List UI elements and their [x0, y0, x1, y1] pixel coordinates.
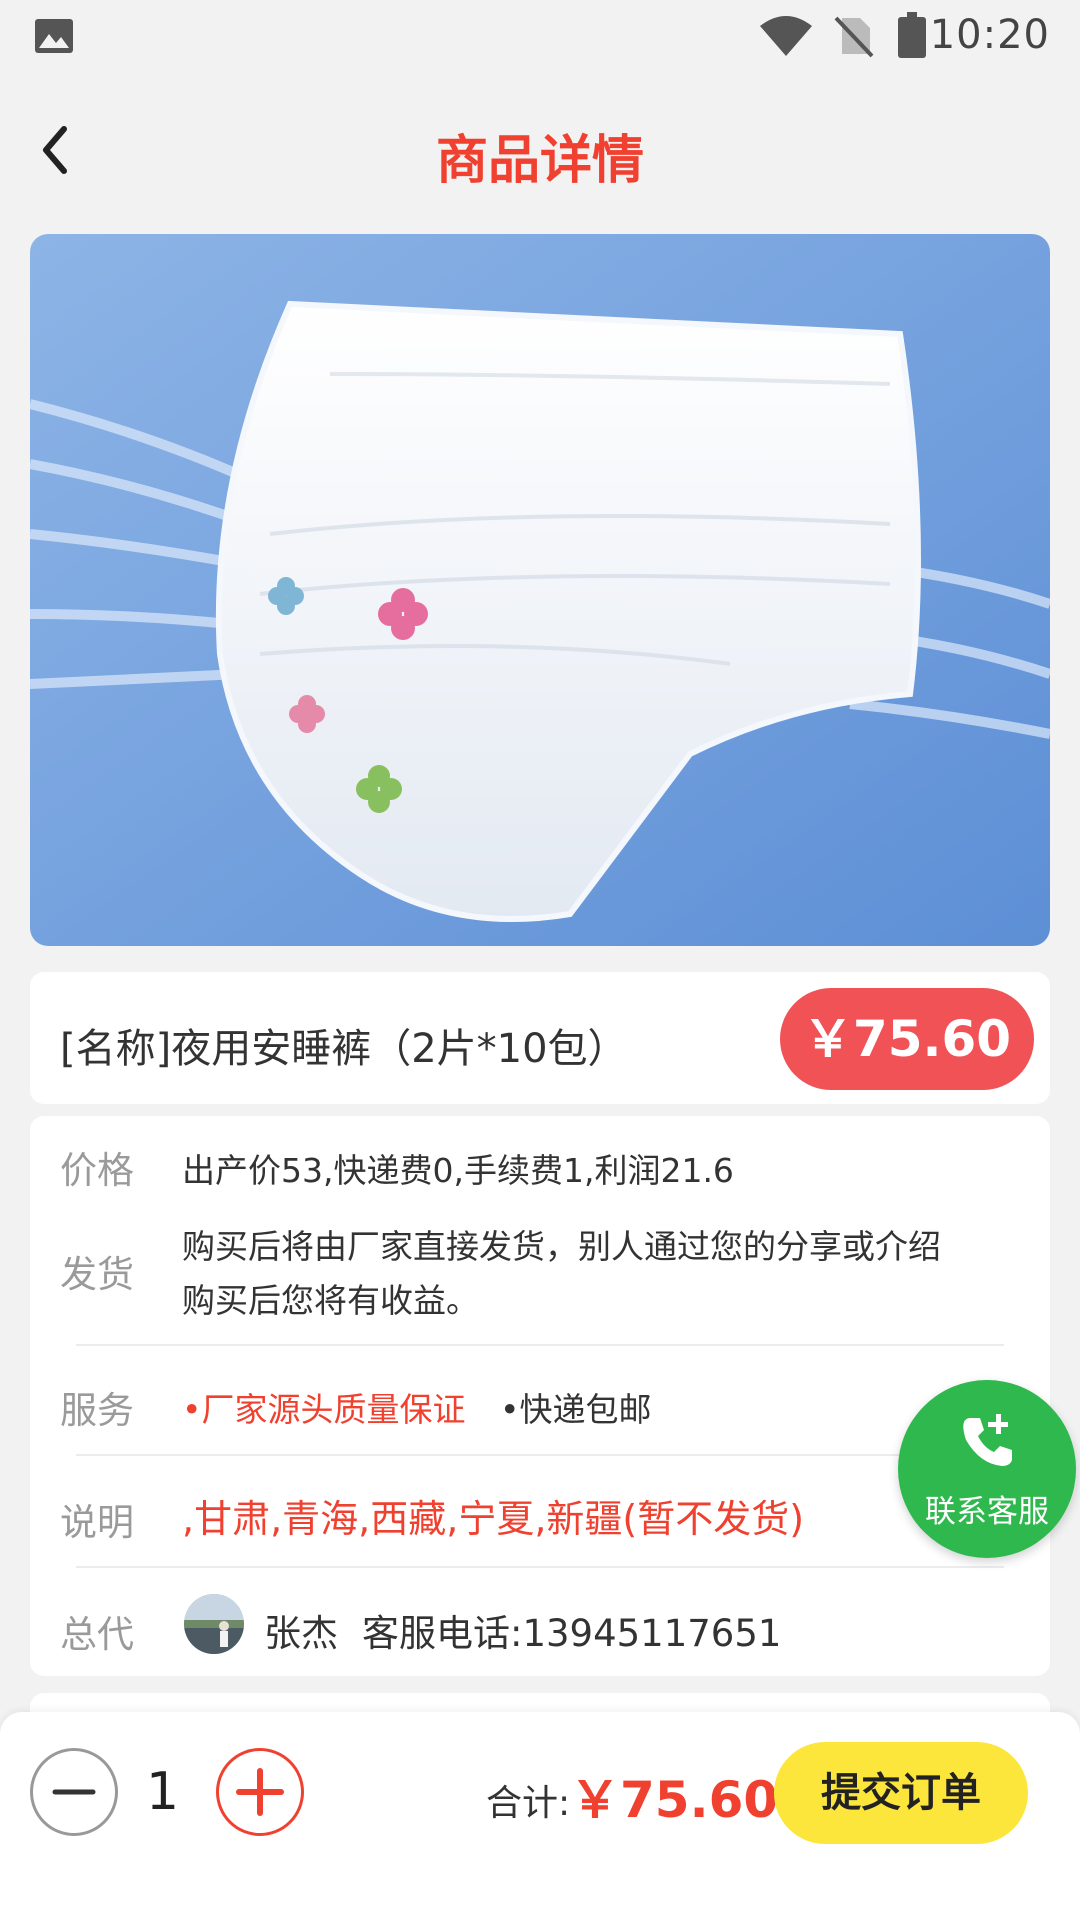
divider: [76, 1566, 1004, 1568]
image-icon: [35, 19, 73, 53]
wifi-icon: [760, 16, 812, 56]
increase-quantity-button[interactable]: [216, 1748, 304, 1836]
page-title: 商品详情: [435, 131, 644, 191]
service-shipping: •快递包邮: [500, 1390, 652, 1429]
product-image[interactable]: [30, 234, 1050, 946]
contact-service-button[interactable]: 联系客服: [898, 1380, 1076, 1558]
shipping-label: 发货: [60, 1253, 134, 1296]
divider: [76, 1454, 1004, 1456]
divider: [76, 1344, 1004, 1346]
agent-phone[interactable]: 客服电话:13945117651: [362, 1603, 781, 1657]
product-name: [名称]夜用安睡裤（2片*10包）: [60, 1026, 628, 1072]
agent-label: 总代: [60, 1613, 134, 1656]
quantity-value[interactable]: 1: [146, 1762, 179, 1822]
minus-icon: [52, 1789, 96, 1795]
note-label: 说明: [60, 1501, 134, 1544]
contact-service-label: 联系客服: [925, 1494, 1049, 1530]
plus-icon: [236, 1768, 284, 1816]
service-quality: •厂家源头质量保证: [182, 1390, 466, 1429]
price-badge: ￥75.60: [780, 988, 1034, 1090]
agent-name: 张杰: [264, 1612, 338, 1655]
phone-add-icon: [963, 1414, 1012, 1466]
note-text: ,甘肃,青海,西藏,宁夏,新疆(暂不发货): [182, 1497, 805, 1541]
total-price: ￥75.60: [570, 1771, 779, 1829]
next-card-edge: [30, 1693, 1050, 1713]
agent-avatar: [184, 1594, 244, 1654]
service-label: 服务: [60, 1389, 134, 1432]
battery-icon: [898, 12, 926, 58]
price-breakdown: 出产价53,快递费0,手续费1,利润21.6: [182, 1151, 734, 1190]
shipping-text-line1: 购买后将由厂家直接发货，别人通过您的分享或介绍: [182, 1227, 941, 1266]
status-bar: 10:20: [0, 0, 1080, 76]
no-sim-icon: [834, 16, 874, 58]
price-label: 价格: [60, 1149, 134, 1192]
total-label: 合计:: [486, 1783, 571, 1824]
decrease-quantity-button[interactable]: [30, 1748, 118, 1836]
submit-order-button[interactable]: 提交订单: [774, 1742, 1028, 1844]
clock: 10:20: [929, 12, 1050, 58]
shipping-text-line2: 购买后您将有收益。: [182, 1281, 479, 1320]
